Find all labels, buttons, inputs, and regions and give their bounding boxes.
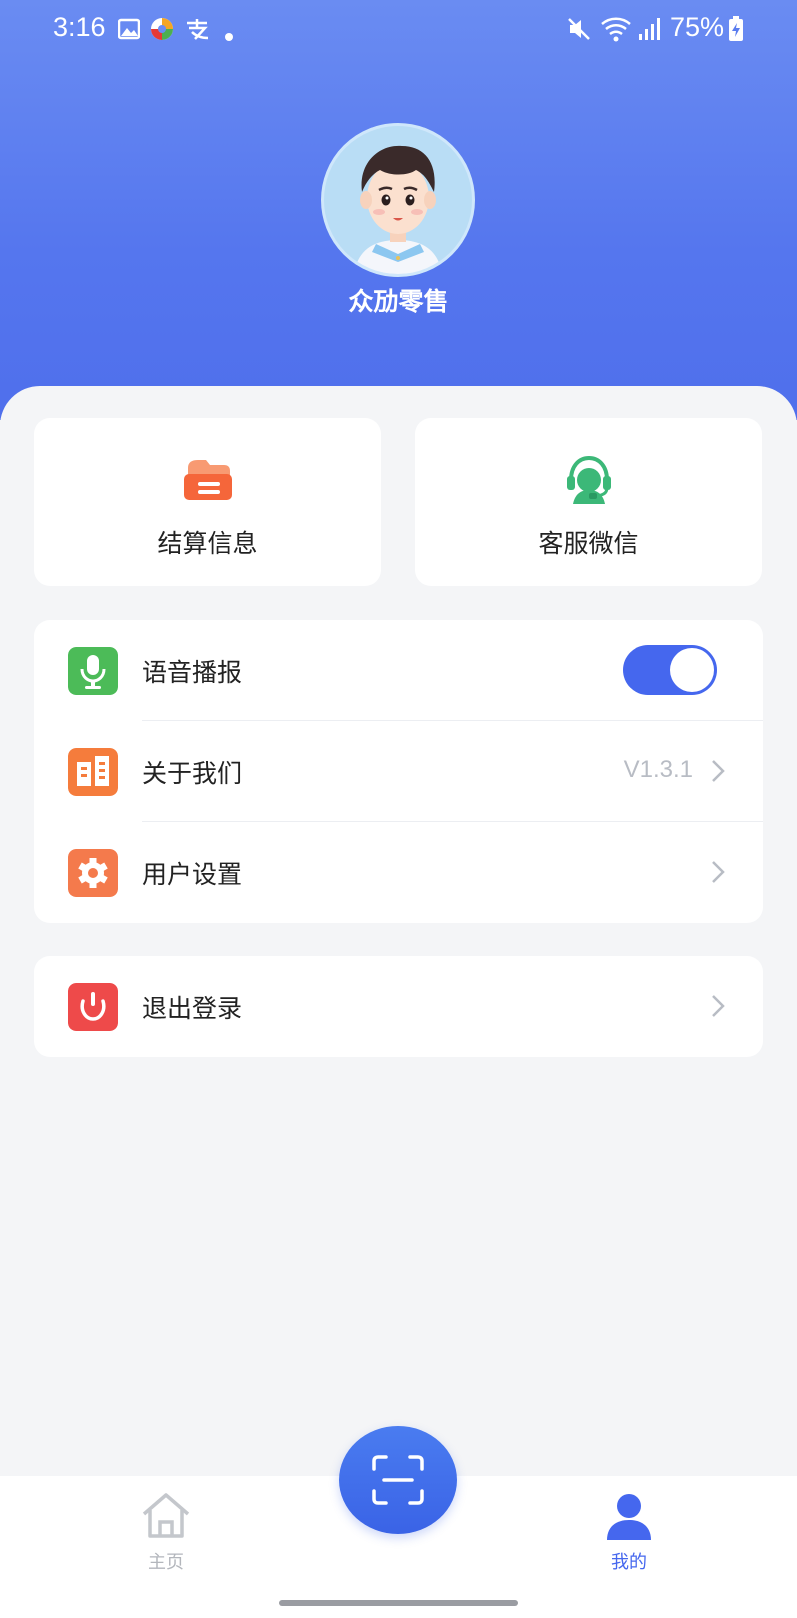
- app-version: V1.3.1: [623, 756, 693, 783]
- toggle-knob: [670, 648, 714, 692]
- settlement-info-label: 结算信息: [157, 529, 258, 558]
- building-icon: [68, 748, 118, 796]
- battery-charging-icon: [729, 16, 743, 41]
- settlement-info-card[interactable]: 结算信息: [34, 418, 381, 586]
- chevron-right-icon: [712, 995, 725, 1017]
- about-us-label: 关于我们: [142, 759, 243, 788]
- chevron-right-icon: [712, 760, 725, 782]
- menu-row-about-us[interactable]: 关于我们 V1.3.1: [34, 721, 763, 822]
- voice-broadcast-label: 语音播报: [142, 658, 243, 687]
- tab-mine-label: 我的: [611, 1552, 647, 1573]
- voice-broadcast-toggle[interactable]: [623, 645, 717, 695]
- home-indicator[interactable]: [279, 1600, 518, 1606]
- settings-menu: 语音播报 关于我们 V1.3.1 用户设置: [34, 620, 763, 923]
- wallet-icon: [183, 460, 232, 500]
- status-time: 3:16: [53, 12, 106, 42]
- menu-row-user-settings[interactable]: 用户设置: [34, 822, 763, 923]
- status-bar: 3:16 75%: [0, 0, 797, 60]
- power-icon: [68, 983, 118, 1031]
- tab-home[interactable]: 主页: [106, 1490, 226, 1574]
- tab-mine[interactable]: 我的: [569, 1490, 689, 1574]
- menu-row-voice-broadcast: 语音播报: [34, 620, 763, 721]
- battery-percentage: 75%: [670, 12, 725, 42]
- wifi-icon: [601, 17, 631, 42]
- content-area: 结算信息 客服微信 语音播报 关于我们 V1.3.1 用户设置 退出登录: [0, 386, 797, 1476]
- app-notification-icon: [151, 18, 173, 40]
- gallery-icon: [118, 18, 140, 40]
- headset-icon: [566, 455, 611, 504]
- profile-header: 3:16 75% 众劢零售: [0, 0, 797, 420]
- home-icon: [142, 1493, 190, 1538]
- microphone-icon: [68, 647, 118, 695]
- gear-icon: [68, 849, 118, 897]
- customer-service-wechat-label: 客服微信: [538, 529, 639, 558]
- dot-icon: [225, 33, 233, 41]
- scan-button[interactable]: [339, 1426, 457, 1534]
- user-settings-label: 用户设置: [142, 860, 243, 889]
- menu-row-logout[interactable]: 退出登录: [34, 956, 763, 1057]
- customer-service-wechat-card[interactable]: 客服微信: [415, 418, 762, 586]
- signal-icon: [639, 18, 660, 40]
- tab-home-label: 主页: [148, 1552, 184, 1573]
- alipay-icon: [187, 19, 209, 40]
- mute-icon: [568, 18, 590, 40]
- chevron-right-icon: [712, 861, 725, 883]
- scan-icon: [372, 1455, 424, 1505]
- avatar-illustration: [354, 145, 442, 274]
- user-icon: [607, 1494, 651, 1540]
- logout-label: 退出登录: [142, 994, 243, 1023]
- profile-name: 众劢零售: [348, 287, 449, 316]
- avatar[interactable]: [321, 123, 475, 277]
- logout-card[interactable]: 退出登录: [34, 956, 763, 1057]
